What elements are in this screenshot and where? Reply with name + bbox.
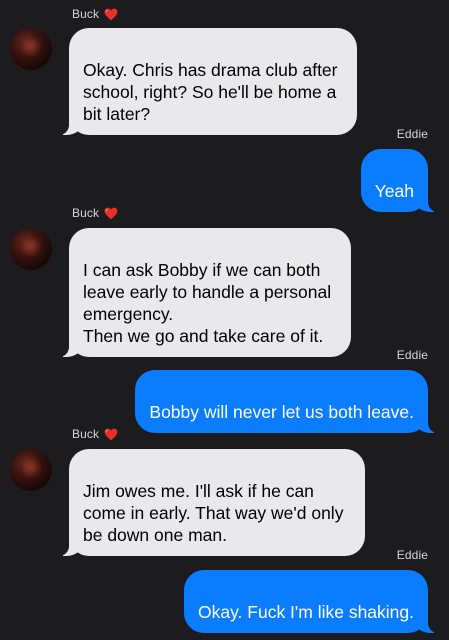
red-heart-icon (104, 207, 118, 219)
message-bubble-outgoing[interactable]: Okay. Fuck I'm like shaking. (184, 570, 438, 633)
sender-name-eddie: Eddie (397, 548, 428, 562)
message-text: Jim owes me. I'll ask if he can come in … (83, 481, 344, 545)
sender-name-buck: Buck (72, 427, 118, 441)
avatar[interactable] (10, 449, 52, 491)
message-bubble-incoming[interactable]: I can ask Bobby if we can both leave ear… (59, 228, 351, 357)
red-heart-icon (104, 8, 118, 20)
avatar[interactable] (10, 28, 52, 70)
red-heart-icon (104, 428, 118, 440)
message-text: Bobby will never let us both leave. (149, 402, 414, 422)
sender-name-eddie: Eddie (397, 127, 428, 141)
sender-name-label: Eddie (396, 548, 428, 562)
sender-name-label: Buck (72, 206, 100, 220)
message-bubble-incoming[interactable]: Okay. Chris has drama club after school,… (59, 28, 357, 135)
message-text: Yeah (374, 181, 414, 201)
sender-name-label: Buck (72, 427, 100, 441)
message-bubble-outgoing[interactable]: Yeah (360, 149, 439, 212)
message-text: I can ask Bobby if we can both leave ear… (83, 260, 332, 346)
sender-name-label: Eddie (396, 127, 428, 141)
sender-name-buck: Buck (72, 206, 118, 220)
sender-name-buck: Buck (72, 7, 118, 21)
message-bubble-incoming[interactable]: Jim owes me. I'll ask if he can come in … (59, 449, 365, 556)
sender-name-eddie: Eddie (397, 348, 428, 362)
message-bubble-outgoing[interactable]: Bobby will never let us both leave. (135, 370, 438, 433)
sender-name-label: Eddie (396, 348, 428, 362)
message-text: Okay. Fuck I'm like shaking. (198, 602, 414, 622)
message-text: Okay. Chris has drama club after school,… (83, 60, 338, 124)
sender-name-label: Buck (72, 7, 100, 21)
avatar[interactable] (10, 228, 52, 270)
